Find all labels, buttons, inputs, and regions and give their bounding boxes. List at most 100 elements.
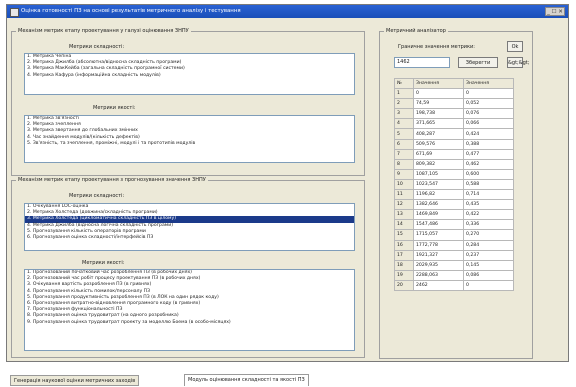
value-cell[interactable]: 0,336 — [463, 219, 514, 231]
value-cell[interactable]: 0,052 — [463, 98, 514, 110]
value-cell[interactable]: 74,59 — [413, 98, 464, 110]
value-cell[interactable]: 1087,105 — [413, 168, 464, 180]
row-number-cell[interactable]: 18 — [394, 259, 414, 271]
quality-label: Метрики якості: — [82, 260, 125, 266]
row-number-cell[interactable]: 4 — [394, 118, 414, 130]
table-row[interactable]: 4 371,665 0,066 — [394, 118, 514, 130]
row-number-cell[interactable]: 9 — [394, 168, 414, 180]
value-cell[interactable]: 0,076 — [463, 108, 514, 120]
table-row[interactable]: 14 1547,486 0,336 — [394, 219, 514, 231]
design-complexity-listbox[interactable]: 1. Метрика Чепіна 2. Метрика Джилба (абс… — [24, 53, 355, 95]
value-cell[interactable]: 1196,82 — [413, 189, 464, 201]
value-cell[interactable]: 509,576 — [413, 138, 464, 150]
table-row[interactable]: 5 408,287 0,424 — [394, 128, 514, 140]
row-number-cell[interactable]: 12 — [394, 199, 414, 211]
row-number-cell[interactable]: 19 — [394, 269, 414, 281]
row-number-cell[interactable]: 14 — [394, 219, 414, 231]
list-item[interactable]: 5. Зв'язність, та зчеплення, проміжні, м… — [25, 141, 354, 147]
row-number-cell[interactable]: 20 — [394, 279, 414, 291]
value-cell[interactable]: 0,284 — [463, 239, 514, 251]
column-header-number: № — [394, 77, 414, 90]
column-header-value-2: Значення — [463, 77, 514, 90]
forecast-quality-listbox[interactable]: 1. Прогнозований початковий час розробле… — [24, 269, 355, 351]
forecast-complexity-listbox[interactable]: 1. Очікування LOC-оцінка 2. Метрика Холс… — [24, 203, 355, 251]
value-cell[interactable]: 0 — [463, 279, 514, 291]
table-row[interactable]: 16 1772,778 0,284 — [394, 239, 514, 251]
value-cell[interactable]: 0,066 — [463, 118, 514, 130]
table-row[interactable]: 15 1715,057 0,270 — [394, 229, 514, 241]
value-cell[interactable]: 0,714 — [463, 189, 514, 201]
save-button[interactable]: Зберегти — [458, 57, 498, 68]
list-item[interactable]: 4. Метрика Кафура (інформаційна складніс… — [25, 73, 354, 79]
value-cell[interactable]: 1382,646 — [413, 199, 464, 211]
table-row[interactable]: 18 2029,935 0,145 — [394, 259, 514, 271]
tab-generation[interactable]: Генерація наукової оцінки метричних захо… — [10, 375, 140, 386]
ok-button[interactable]: Ok — [507, 41, 523, 52]
next-button[interactable]: &gt;&gt; — [507, 57, 529, 68]
row-number-cell[interactable]: 11 — [394, 189, 414, 201]
table-row[interactable]: 10 1023,547 0,588 — [394, 178, 514, 191]
table-row[interactable]: 7 671,69 0,477 — [394, 148, 514, 160]
value-cell[interactable]: 408,287 — [413, 128, 464, 140]
row-number-cell[interactable]: 16 — [394, 239, 414, 251]
value-cell[interactable]: 2029,935 — [413, 259, 464, 271]
value-cell[interactable]: 371,665 — [413, 118, 464, 130]
value-cell[interactable]: 0,145 — [463, 259, 514, 271]
value-cell[interactable]: 1715,057 — [413, 229, 464, 241]
value-cell[interactable]: 0,424 — [463, 128, 514, 140]
table-row[interactable]: 3 198,738 0,076 — [394, 108, 514, 120]
value-cell[interactable]: 1772,778 — [413, 239, 464, 251]
list-item[interactable]: 6. Прогнозування оцінка складності/інтер… — [25, 235, 354, 241]
row-number-cell[interactable]: 2 — [394, 98, 414, 110]
row-number-cell[interactable]: 17 — [394, 249, 414, 261]
tab-complexity-quality[interactable]: Модуль оцінювання складності та якості П… — [184, 374, 309, 386]
value-cell[interactable]: 0,600 — [463, 168, 514, 180]
row-number-cell[interactable]: 15 — [394, 229, 414, 241]
row-number-cell[interactable]: 7 — [394, 148, 414, 160]
value-cell[interactable]: 671,69 — [413, 148, 464, 160]
value-cell[interactable]: 0,388 — [463, 138, 514, 150]
quality-label: Метрики якості: — [93, 105, 136, 111]
table-row[interactable]: 20 2462 0 — [394, 279, 514, 291]
value-cell[interactable]: 1547,486 — [413, 219, 464, 231]
row-number-cell[interactable]: 8 — [394, 158, 414, 170]
value-cell[interactable]: 0,435 — [463, 199, 514, 211]
window-controls[interactable]: _ ☐ ✕ — [545, 7, 565, 16]
value-cell[interactable]: 0 — [413, 88, 464, 100]
list-item[interactable]: 9. Прогнозування оцінка трудовитрат прое… — [25, 320, 354, 326]
table-row[interactable]: 6 509,576 0,388 — [394, 138, 514, 150]
row-number-cell[interactable]: 3 — [394, 108, 414, 120]
value-cell[interactable]: 2462 — [413, 279, 464, 291]
table-row[interactable]: 17 1921,327 0,237 — [394, 249, 514, 261]
value-cell[interactable]: 1921,327 — [413, 249, 464, 261]
value-cell[interactable]: 0,588 — [463, 178, 514, 191]
table-row[interactable]: 19 2288,063 0,086 — [394, 269, 514, 281]
value-cell[interactable]: 809,382 — [413, 158, 464, 170]
table-row[interactable]: 13 1469,849 0,422 — [394, 209, 514, 221]
row-number-cell[interactable]: 6 — [394, 138, 414, 150]
value-cell[interactable]: 0,477 — [463, 148, 514, 160]
value-cell[interactable]: 1469,849 — [413, 209, 464, 221]
row-number-cell[interactable]: 10 — [394, 178, 414, 191]
value-cell[interactable]: 1023,547 — [413, 178, 464, 191]
value-cell[interactable]: 0,462 — [463, 158, 514, 170]
value-cell[interactable]: 0 — [463, 88, 514, 100]
table-row[interactable]: 100 — [394, 88, 514, 100]
row-number-cell[interactable]: 5 — [394, 128, 414, 140]
value-cell[interactable]: 2288,063 — [413, 269, 464, 281]
table-row[interactable]: 9 1087,105 0,600 — [394, 168, 514, 180]
table-row[interactable]: 8 809,382 0,462 — [394, 158, 514, 170]
table-row[interactable]: 12 1382,646 0,435 — [394, 199, 514, 211]
value-cell[interactable]: 0,086 — [463, 269, 514, 281]
complexity-label: Метрики складності: — [69, 44, 125, 50]
value-cell[interactable]: 0,270 — [463, 229, 514, 241]
table-row[interactable]: 2 74,59 0,052 — [394, 98, 514, 110]
row-number-cell[interactable]: 1 — [394, 88, 414, 100]
value-cell[interactable]: 0,422 — [463, 209, 514, 221]
value-cell[interactable]: 0,237 — [463, 249, 514, 261]
threshold-input[interactable]: 1462 — [394, 57, 450, 68]
value-cell[interactable]: 198,738 — [413, 108, 464, 120]
row-number-cell[interactable]: 13 — [394, 209, 414, 221]
design-quality-listbox[interactable]: 1. Метрика зв'язності 2. Метрика зчеплен… — [24, 115, 355, 163]
table-row[interactable]: 11 1196,82 0,714 — [394, 189, 514, 201]
